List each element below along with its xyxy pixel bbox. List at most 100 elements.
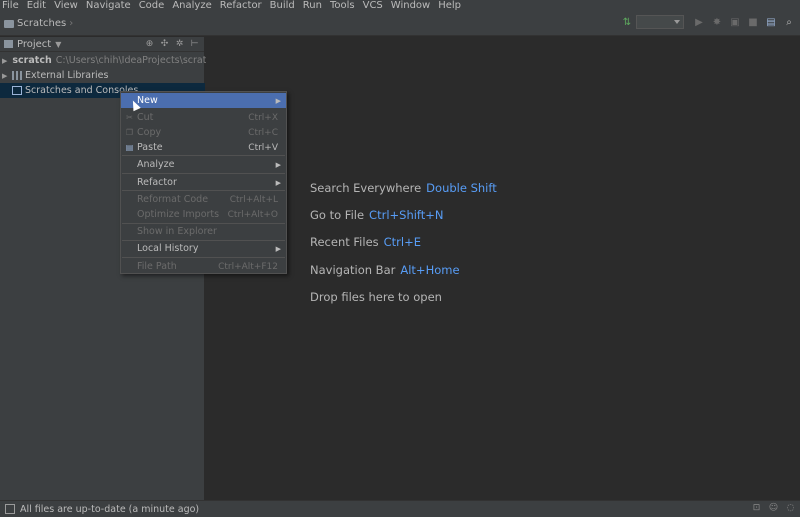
project-icon xyxy=(4,40,13,48)
scissors-icon: ✂ xyxy=(126,113,133,122)
scratches-icon xyxy=(12,86,22,95)
menu-divider xyxy=(122,190,285,191)
hint-label: Drop files here to open xyxy=(310,290,442,304)
chevron-right-icon[interactable]: ▶ xyxy=(2,72,10,80)
menu-tools[interactable]: Tools xyxy=(330,0,355,12)
folder-icon xyxy=(4,19,14,28)
menu-refactor[interactable]: Refactor xyxy=(220,0,262,12)
menu-code[interactable]: Code xyxy=(139,0,165,12)
menu-item-local-history[interactable]: Local History ▶ xyxy=(121,241,286,256)
menu-item-label: Reformat Code xyxy=(137,194,209,205)
panel-header-actions: ⊕ ✣ ✲ ⊢ xyxy=(140,39,200,50)
menu-window[interactable]: Window xyxy=(391,0,430,12)
menu-item-analyze[interactable]: Analyze ▶ xyxy=(121,157,286,172)
hint-drop-files: Drop files here to open xyxy=(310,290,442,304)
hide-panel-icon[interactable]: ⊢ xyxy=(189,39,200,50)
stop-icon[interactable]: ■ xyxy=(746,15,760,29)
project-panel-title: Project xyxy=(17,38,52,50)
collapse-all-icon[interactable]: ✣ xyxy=(159,39,170,50)
debug-icon[interactable]: ✸ xyxy=(710,15,724,29)
tool-windows-icon[interactable] xyxy=(5,504,15,514)
hint-shortcut: Double Shift xyxy=(426,181,497,195)
navigation-toolbar: Scratches › ⇅ ▶ ✸ ▣ ■ ▤ ⌕ xyxy=(0,12,800,36)
menu-item-cut[interactable]: ✂ Cut Ctrl+X xyxy=(121,110,286,125)
tree-item-external-libraries[interactable]: ▶ External Libraries xyxy=(0,68,205,83)
breadcrumb-label: Scratches xyxy=(17,18,67,29)
menu-item-shortcut: Ctrl+Alt+L xyxy=(229,194,278,205)
clipboard-icon: ▤ xyxy=(125,143,134,152)
menu-item-reformat-code[interactable]: Reformat Code Ctrl+Alt+L xyxy=(121,192,286,207)
hint-go-to-file: Go to File Ctrl+Shift+N xyxy=(310,208,444,222)
menu-edit[interactable]: Edit xyxy=(27,0,46,12)
menu-item-label: New xyxy=(137,95,158,106)
status-bar: All files are up-to-date (a minute ago) … xyxy=(0,500,800,517)
menu-item-label: Show in Explorer xyxy=(137,226,217,237)
chevron-right-icon: ▶ xyxy=(275,178,281,187)
chevron-right-icon: ▶ xyxy=(275,244,281,253)
menu-item-optimize-imports[interactable]: Optimize Imports Ctrl+Alt+O xyxy=(121,207,286,222)
chevron-right-icon: ▶ xyxy=(275,96,281,105)
menu-divider xyxy=(122,155,285,156)
menu-item-copy[interactable]: ❐ Copy Ctrl+C xyxy=(121,125,286,140)
chevron-right-icon[interactable]: ▶ xyxy=(2,57,7,65)
hint-label: Navigation Bar xyxy=(310,263,396,277)
chevron-down-icon[interactable]: ▼ xyxy=(55,40,61,49)
menu-item-label: Refactor xyxy=(137,177,177,188)
menu-item-label: Optimize Imports xyxy=(137,209,220,220)
tree-item-label: External Libraries xyxy=(25,70,109,81)
menu-bar: File Edit View Navigate Code Analyze Ref… xyxy=(0,0,800,12)
project-panel-header[interactable]: Project ▼ ⊕ ✣ ✲ ⊢ xyxy=(0,37,204,52)
menu-item-label: File Path xyxy=(137,261,177,272)
menu-item-shortcut: Ctrl+X xyxy=(248,112,278,123)
menu-divider xyxy=(122,257,285,258)
menu-item-refactor[interactable]: Refactor ▶ xyxy=(121,175,286,190)
menu-item-label: Analyze xyxy=(137,159,175,170)
breadcrumb-separator: › xyxy=(69,18,74,29)
hint-search-everywhere: Search Everywhere Double Shift xyxy=(310,181,497,195)
lock-icon[interactable]: ⊡ xyxy=(751,503,762,514)
tree-item-label: scratch xyxy=(12,55,52,66)
gear-icon[interactable]: ✲ xyxy=(174,39,185,50)
menu-build[interactable]: Build xyxy=(270,0,295,12)
breadcrumb[interactable]: Scratches › xyxy=(0,18,73,29)
menu-analyze[interactable]: Analyze xyxy=(172,0,211,12)
hint-label: Search Everywhere xyxy=(310,181,422,195)
menu-item-label: Cut xyxy=(137,112,154,123)
menu-item-label: Paste xyxy=(137,142,163,153)
tree-item-scratch[interactable]: ▶ scratch C:\Users\chih\IdeaProjects\scr… xyxy=(0,53,218,68)
menu-item-label: Copy xyxy=(137,127,162,138)
inspector-icon[interactable]: ☺ xyxy=(768,503,779,514)
hint-navigation-bar: Navigation Bar Alt+Home xyxy=(310,263,460,277)
hint-label: Go to File xyxy=(310,208,365,222)
chevron-down-icon xyxy=(674,20,680,24)
menu-item-shortcut: Ctrl+Alt+O xyxy=(227,209,278,220)
coverage-icon[interactable]: ▣ xyxy=(728,15,742,29)
menu-item-paste[interactable]: ▤ Paste Ctrl+V xyxy=(121,140,286,155)
menu-item-label: Local History xyxy=(137,243,199,254)
copy-icon: ❐ xyxy=(125,128,134,137)
menu-vcs[interactable]: VCS xyxy=(363,0,383,12)
hint-shortcut: Ctrl+Shift+N xyxy=(369,208,444,222)
build-icon[interactable]: ⇅ xyxy=(620,15,634,29)
chevron-right-icon: ▶ xyxy=(275,160,281,169)
status-bar-widgets: ⊡ ☺ ◌ xyxy=(745,503,796,514)
menu-item-show-in-explorer[interactable]: Show in Explorer xyxy=(121,224,286,239)
menu-divider xyxy=(122,173,285,174)
menu-item-file-path[interactable]: File Path Ctrl+Alt+F12 xyxy=(121,259,286,274)
menu-item-shortcut: Ctrl+V xyxy=(248,142,278,153)
menu-file[interactable]: File xyxy=(2,0,19,12)
menu-item-new[interactable]: New ▶ xyxy=(121,93,286,108)
event-log-icon[interactable]: ◌ xyxy=(785,503,796,514)
menu-run[interactable]: Run xyxy=(303,0,322,12)
menu-view[interactable]: View xyxy=(54,0,78,12)
project-structure-icon[interactable]: ▤ xyxy=(764,15,778,29)
menu-help[interactable]: Help xyxy=(438,0,461,12)
run-icon[interactable]: ▶ xyxy=(692,15,706,29)
hint-shortcut: Alt+Home xyxy=(400,263,460,277)
scroll-from-source-icon[interactable]: ⊕ xyxy=(144,39,155,50)
editor-area[interactable]: Search Everywhere Double Shift Go to File… xyxy=(206,37,800,500)
run-config-dropdown[interactable] xyxy=(636,15,684,29)
menu-item-shortcut: Ctrl+C xyxy=(248,127,278,138)
search-icon[interactable]: ⌕ xyxy=(782,15,796,29)
menu-navigate[interactable]: Navigate xyxy=(86,0,131,12)
